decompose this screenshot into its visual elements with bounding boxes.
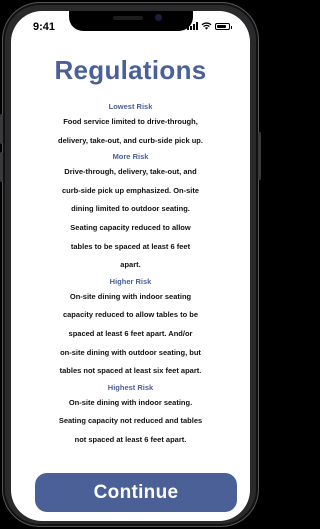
phone-frame: 9:41 Regulations Lowest Risk Food service…: [0, 2, 261, 527]
wifi-icon: [201, 22, 212, 30]
section-text-line: Food service limited to drive-through,: [63, 117, 198, 126]
continue-button[interactable]: Continue: [35, 473, 237, 512]
section-heading: Lowest Risk: [108, 102, 153, 111]
app-screen: 9:41 Regulations Lowest Risk Food service…: [11, 11, 250, 521]
volume-up-button: [0, 114, 3, 144]
section-heading: Higher Risk: [109, 276, 152, 286]
section-heading: More Risk: [112, 152, 149, 162]
section-text-line: On-site dining with indoor seating: [69, 291, 192, 301]
front-camera: [155, 14, 162, 21]
section-text-line: Seating capacity reduced to allow: [70, 222, 191, 232]
section-text-line: delivery, take-out, and curb-side pick u…: [58, 135, 203, 145]
section-text-line: dining limited to outdoor seating.: [71, 204, 190, 214]
section-text-line: Seating capacity not reduced and tables: [58, 416, 203, 426]
section-text-line: On-site dining with indoor seating.: [68, 397, 193, 407]
page-title: Regulations: [54, 55, 207, 85]
section-text-line: tables to be spaced at least 6 feet: [70, 241, 191, 251]
notch: [69, 11, 193, 31]
battery-level: [217, 24, 227, 28]
section-text-line: not spaced at least 6 feet apart.: [74, 434, 187, 444]
status-icons: [187, 22, 232, 30]
section-text-line: curb-side pick up emphasized. On-site: [61, 185, 200, 195]
section-text-line: spaced at least 6 feet apart. And/or: [68, 328, 193, 338]
power-button: [258, 132, 261, 180]
status-time: 9:41: [33, 21, 56, 33]
section-text-line: tables not spaced at least six feet apar…: [59, 366, 202, 376]
battery-icon: [215, 22, 232, 30]
cellular-signal-icon: [187, 22, 198, 30]
section-text-line: apart.: [120, 260, 141, 270]
section-heading: Highest Risk: [107, 382, 154, 392]
section-text-line: Drive-through, delivery, take-out, and: [64, 167, 197, 177]
section-text-line: capacity reduced to allow tables to be: [62, 310, 199, 320]
volume-down-button: [0, 152, 3, 182]
speaker-grille: [113, 16, 143, 20]
section-text-line: on-site dining with outdoor seating, but: [60, 347, 201, 357]
regulations-content: Lowest Risk Food service limited to drive…: [19, 100, 242, 450]
